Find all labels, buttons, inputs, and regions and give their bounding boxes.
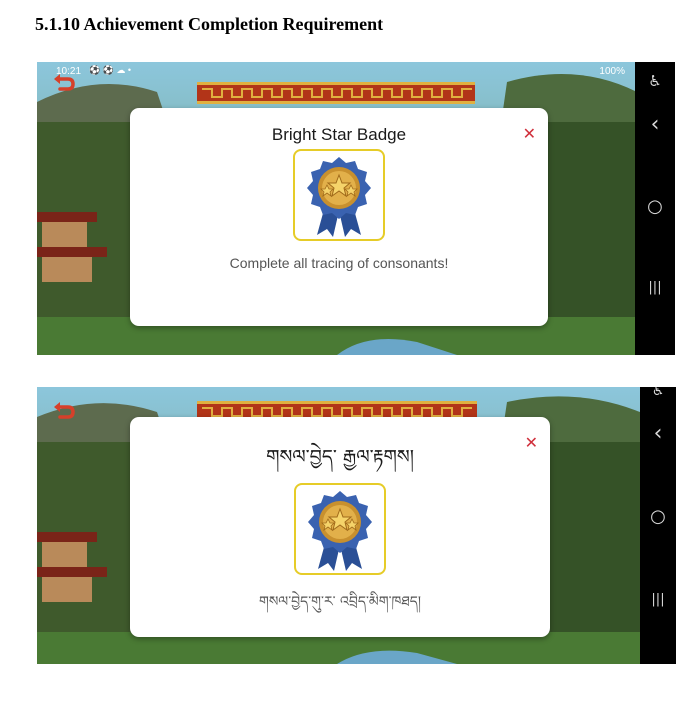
- nav-back-icon[interactable]: ‹: [654, 421, 663, 446]
- accessibility-icon[interactable]: ♿: [648, 72, 661, 90]
- close-icon[interactable]: ✕: [525, 433, 538, 452]
- notification-icons: ⚽ ⚽ ☁ •: [89, 65, 132, 75]
- achievement-modal: གསལ་བྱེད་ རྒྱལ་རྟགས། ✕ གསལ་བྱེད་གུ་ར་ འབ…: [130, 417, 550, 637]
- game-back-arrow-icon[interactable]: [51, 398, 77, 424]
- nav-back-icon[interactable]: ‹: [651, 112, 660, 137]
- achievement-modal: Bright Star Badge ✕ Complete all tracing…: [130, 108, 548, 326]
- badge-requirement: གསལ་བྱེད་གུ་ར་ འབྲིད་མིག་ཁཐད།: [259, 594, 421, 610]
- close-icon[interactable]: ✕: [523, 124, 536, 143]
- accessibility-icon[interactable]: ♿: [652, 387, 665, 399]
- android-nav-bar: ♿ ‹ ○ |||: [635, 62, 675, 355]
- badge-frame: [294, 483, 386, 575]
- battery-level: 100%: [599, 66, 625, 77]
- badge-title: གསལ་བྱེད་ རྒྱལ་རྟགས།: [266, 446, 414, 468]
- game-back-arrow-icon[interactable]: [51, 70, 77, 96]
- badge-title: Bright Star Badge: [271, 125, 407, 144]
- status-bar: 10:21 ⚽ ⚽ ☁ • 100%: [37, 62, 635, 82]
- section-heading: 5.1.10 Achievement Completion Requiremen…: [35, 14, 384, 34]
- star-badge-icon: [308, 491, 372, 571]
- nav-home-icon[interactable]: ○: [647, 196, 663, 217]
- nav-recents-icon[interactable]: |||: [648, 280, 661, 295]
- badge-frame: [293, 149, 385, 241]
- screenshot-english: 10:21 ⚽ ⚽ ☁ • 100% Bright Star Badge ✕ C…: [37, 62, 675, 355]
- nav-recents-icon[interactable]: |||: [651, 592, 664, 607]
- star-badge-icon: [307, 157, 371, 237]
- badge-requirement: Complete all tracing of consonants!: [229, 255, 449, 271]
- screenshot-tibetan: གསལ་བྱེད་ རྒྱལ་རྟགས། ✕ གསལ་བྱེད་གུ་ར་ འབ…: [37, 387, 676, 664]
- android-nav-bar: ♿ ‹ ○ |||: [640, 387, 676, 664]
- nav-home-icon[interactable]: ○: [650, 506, 666, 527]
